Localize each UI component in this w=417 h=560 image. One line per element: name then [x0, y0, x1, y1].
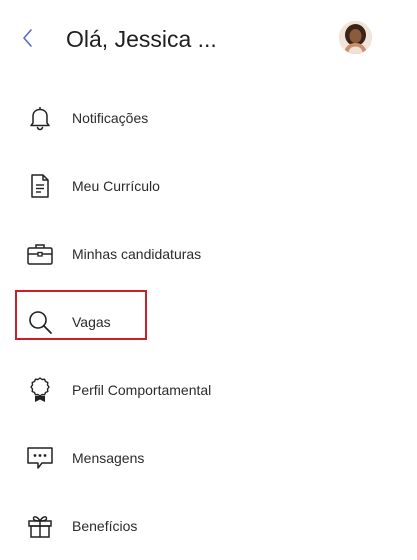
message-icon: [26, 444, 54, 472]
menu-item-label: Vagas: [72, 314, 111, 330]
menu-item-vagas[interactable]: Vagas: [0, 288, 417, 356]
back-button[interactable]: [14, 24, 42, 52]
gift-icon: [26, 512, 54, 540]
bell-icon: [26, 104, 54, 132]
menu-item-label: Minhas candidaturas: [72, 246, 202, 262]
menu-item-minhas-candidaturas[interactable]: Minhas candidaturas: [0, 220, 417, 288]
chevron-left-icon: [21, 28, 35, 48]
page-title: Olá, Jessica ...: [66, 26, 217, 52]
menu-item-mensagens[interactable]: Mensagens: [0, 424, 417, 492]
search-icon: [26, 308, 54, 336]
menu-item-label: Benefícios: [72, 518, 138, 534]
app-header: Olá, Jessica ...: [0, 0, 417, 76]
menu-item-label: Meu Currículo: [72, 178, 160, 194]
menu-item-label: Perfil Comportamental: [72, 382, 212, 398]
menu-item-meu-curriculo[interactable]: Meu Currículo: [0, 152, 417, 220]
document-icon: [26, 172, 54, 200]
menu-item-notificacoes[interactable]: Notificações: [0, 84, 417, 152]
menu-item-label: Mensagens: [72, 450, 145, 466]
menu-item-label: Notificações: [72, 110, 149, 126]
briefcase-icon: [26, 240, 54, 268]
avatar[interactable]: [339, 21, 372, 54]
menu-item-beneficios[interactable]: Benefícios: [0, 492, 417, 560]
award-icon: [26, 376, 54, 404]
menu-item-perfil-comportamental[interactable]: Perfil Comportamental: [0, 356, 417, 424]
main-menu: Notificações Meu Currículo Minhas candid…: [0, 84, 417, 560]
